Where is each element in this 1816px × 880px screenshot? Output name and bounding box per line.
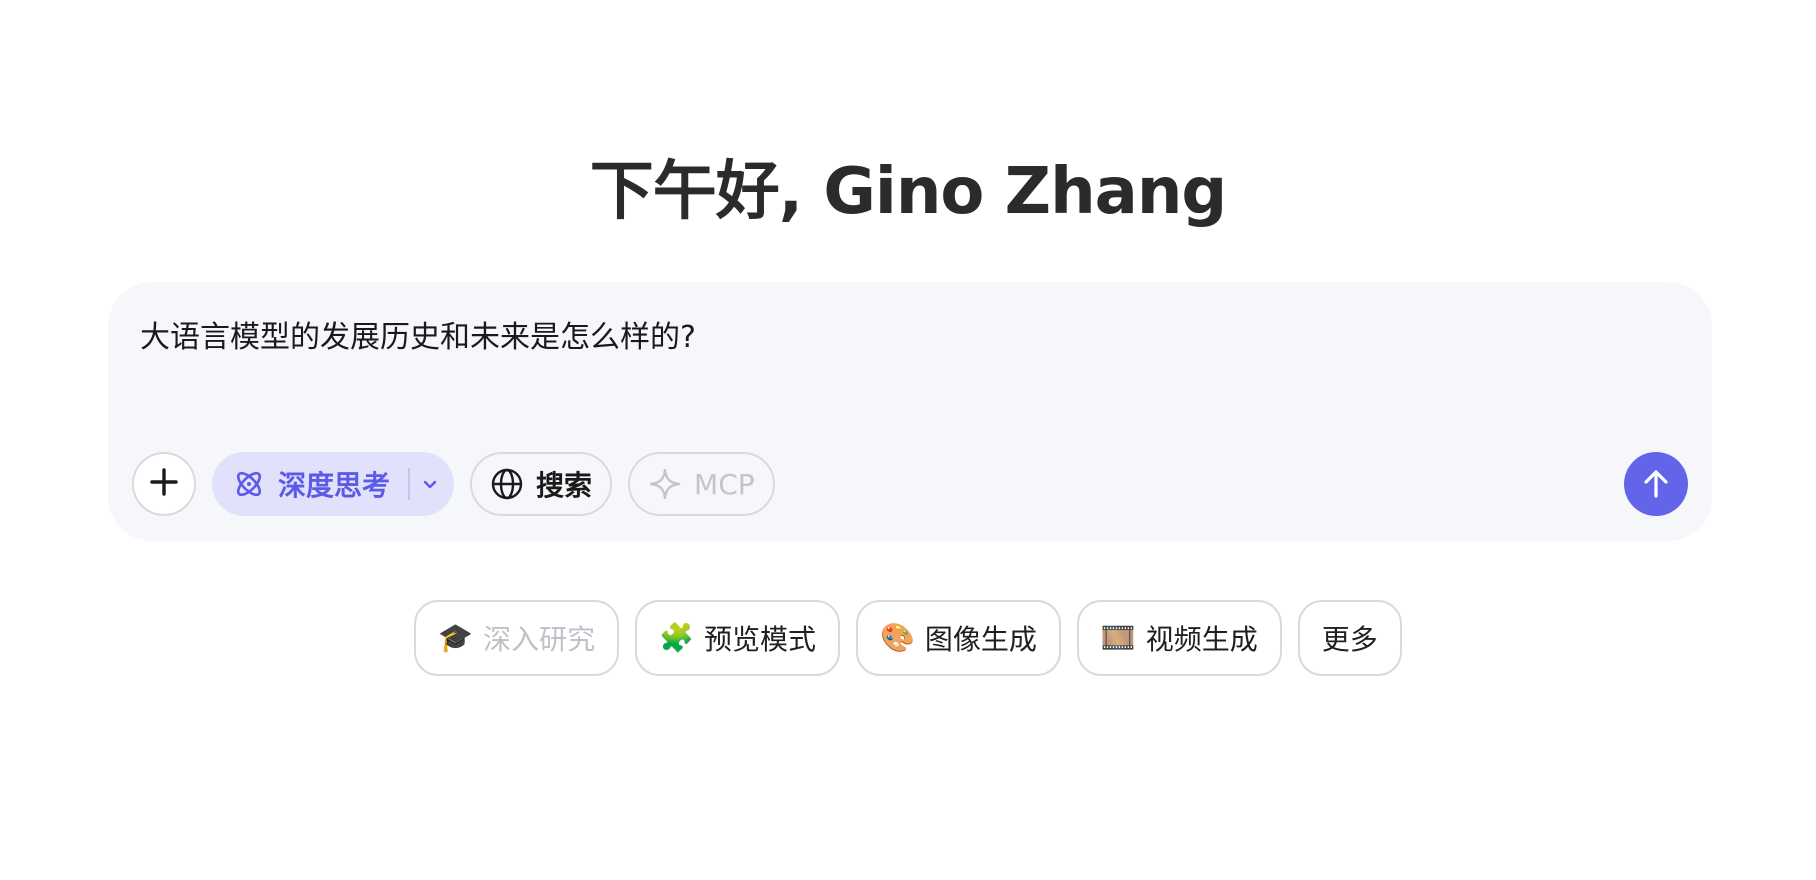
globe-icon: [490, 467, 524, 501]
chat-composer[interactable]: 大语言模型的发展历史和未来是怎么样的? 深度思考 搜索 MCP: [108, 282, 1712, 541]
greeting-title: 下午好, Gino Zhang: [589, 155, 1227, 229]
mcp-label: MCP: [694, 467, 755, 501]
quick-actions: 🎓 深入研究 🧩 预览模式 🎨 图像生成 🎞️ 视频生成 更多: [0, 600, 1816, 676]
video-generation-chip[interactable]: 🎞️ 视频生成: [1076, 600, 1282, 676]
film-frames-icon: 🎞️: [1100, 621, 1136, 654]
chip-label: 图像生成: [924, 623, 1037, 656]
send-button[interactable]: [1624, 452, 1688, 516]
chip-label: 预览模式: [703, 623, 816, 656]
more-chip[interactable]: 更多: [1297, 600, 1402, 676]
pill-divider: [408, 468, 411, 500]
puzzle-icon: 🧩: [659, 621, 694, 654]
mcp-toggle[interactable]: MCP: [628, 452, 775, 516]
deep-research-chip[interactable]: 🎓 深入研究: [414, 600, 620, 676]
palette-icon: 🎨: [879, 621, 915, 654]
composer-toolbar: 深度思考 搜索 MCP: [132, 452, 775, 516]
preview-mode-chip[interactable]: 🧩 预览模式: [635, 600, 840, 676]
deep-think-label: 深度思考: [278, 469, 391, 502]
chip-label: 更多: [1321, 623, 1378, 656]
add-attachment-button[interactable]: [132, 452, 196, 516]
prompt-input[interactable]: 大语言模型的发展历史和未来是怎么样的?: [140, 318, 696, 358]
graduation-cap-icon: 🎓: [438, 621, 474, 654]
plus-icon: [149, 467, 179, 501]
search-label: 搜索: [536, 469, 593, 502]
image-generation-chip[interactable]: 🎨 图像生成: [855, 600, 1061, 676]
chip-label: 视频生成: [1145, 623, 1258, 656]
search-toggle[interactable]: 搜索: [470, 452, 613, 516]
chip-label: 深入研究: [483, 623, 596, 656]
atom-icon: [232, 467, 266, 501]
home-page: 下午好, Gino Zhang 大语言模型的发展历史和未来是怎么样的? 深度思考…: [0, 0, 1816, 880]
chevron-down-icon[interactable]: [420, 474, 440, 494]
sparkle-icon: [648, 467, 682, 501]
arrow-up-icon: [1639, 467, 1673, 501]
deep-think-toggle[interactable]: 深度思考: [212, 452, 455, 516]
